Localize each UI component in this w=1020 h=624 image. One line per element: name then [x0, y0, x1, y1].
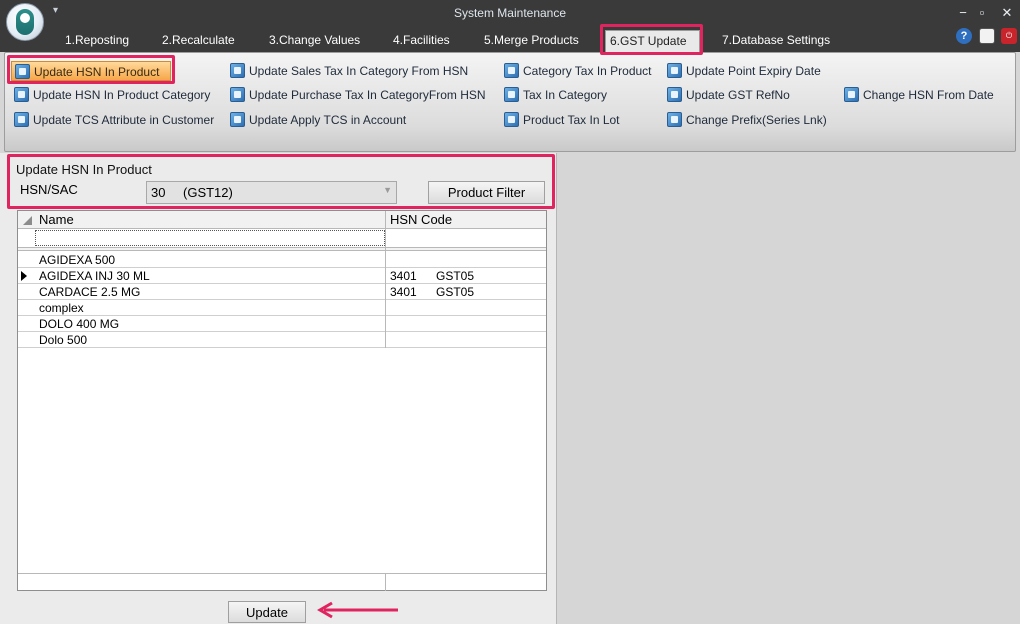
- product-name: AGIDEXA INJ 30 ML: [39, 269, 150, 283]
- hsn-code: 3401: [390, 285, 417, 299]
- product-filter-button[interactable]: Product Filter: [428, 181, 545, 204]
- table-row[interactable]: AGIDEXA 500: [18, 252, 546, 268]
- change-prefix-button[interactable]: Change Prefix(Series Lnk): [664, 110, 831, 130]
- table-row[interactable]: complex: [18, 300, 546, 316]
- column-divider: [385, 211, 386, 348]
- product-name: Dolo 500: [39, 333, 88, 347]
- category-tax-in-product-button[interactable]: Category Tax In Product: [501, 61, 656, 81]
- table-row[interactable]: Dolo 500: [18, 332, 546, 348]
- product-grid[interactable]: Name HSN Code AGIDEXA 500 AGIDEXA INJ 30…: [17, 210, 547, 591]
- tab-merge-products[interactable]: 5.Merge Products: [480, 30, 583, 52]
- update-button[interactable]: Update: [228, 601, 306, 623]
- product-name: complex: [39, 301, 84, 315]
- tax-in-category-button[interactable]: Tax In Category: [501, 85, 611, 105]
- ribbon-action-icon: [504, 63, 519, 78]
- ribbon-action-icon: [230, 87, 245, 102]
- ribbon-action-icon: [504, 87, 519, 102]
- ribbon-label: Update Sales Tax In Category From HSN: [249, 64, 469, 78]
- product-name: AGIDEXA 500: [39, 253, 116, 267]
- hsn-category-value: (GST12): [183, 185, 233, 200]
- minimize-button[interactable]: −: [954, 4, 972, 22]
- select-all-icon[interactable]: [23, 216, 32, 225]
- tab-recalculate[interactable]: 2.Recalculate: [158, 30, 239, 52]
- empty-panel: [557, 153, 1020, 624]
- grid-header: Name HSN Code: [18, 211, 546, 229]
- current-row-pointer-icon: [21, 271, 27, 281]
- product-tax-in-lot-button[interactable]: Product Tax In Lot: [501, 110, 624, 130]
- dropdown-arrow-icon[interactable]: ▾: [53, 5, 58, 16]
- help-icon[interactable]: ?: [956, 28, 972, 44]
- tab-reposting[interactable]: 1.Reposting: [61, 30, 133, 52]
- update-hsn-in-product-button[interactable]: Update HSN In Product: [11, 61, 171, 81]
- hsn-code-value: 30: [151, 185, 166, 200]
- update-apply-tcs-button[interactable]: Update Apply TCS in Account: [227, 110, 410, 130]
- tab-facilities[interactable]: 4.Facilities: [389, 30, 454, 52]
- notes-icon[interactable]: [979, 28, 995, 44]
- column-header-hsn-code[interactable]: HSN Code: [390, 212, 452, 227]
- ribbon-action-icon: [14, 112, 29, 127]
- gst-category: GST05: [436, 285, 475, 299]
- ribbon-label: Tax In Category: [523, 88, 608, 102]
- update-gst-refno-button[interactable]: Update GST RefNo: [664, 85, 794, 105]
- form-title: Update HSN In Product: [16, 162, 152, 177]
- tab-database-settings[interactable]: 7.Database Settings: [718, 30, 834, 52]
- ribbon-panel: Update HSN In Product Update HSN In Prod…: [4, 52, 1016, 152]
- table-row[interactable]: AGIDEXA INJ 30 ML 3401 GST05: [18, 268, 546, 284]
- ribbon-label: Change HSN From Date: [863, 88, 994, 102]
- product-name: DOLO 400 MG: [39, 317, 120, 331]
- update-purchase-tax-button[interactable]: Update Purchase Tax In CategoryFrom HSN: [227, 85, 490, 105]
- ribbon-action-icon: [844, 87, 859, 102]
- grid-footer-row: [18, 573, 546, 591]
- tab-change-values[interactable]: 3.Change Values: [265, 30, 364, 52]
- annotation-arrow-icon: [317, 601, 398, 619]
- tab-gst-update[interactable]: 6.GST Update: [605, 30, 700, 52]
- update-point-expiry-date-button[interactable]: Update Point Expiry Date: [664, 61, 825, 81]
- filter-row: [18, 229, 546, 248]
- update-hsn-in-product-category-button[interactable]: Update HSN In Product Category: [11, 85, 214, 105]
- product-name: CARDACE 2.5 MG: [39, 285, 141, 299]
- hsn-sac-label: HSN/SAC: [20, 182, 78, 197]
- ribbon-label: Update HSN In Product Category: [33, 88, 211, 102]
- change-hsn-from-date-button[interactable]: Change HSN From Date: [841, 85, 998, 105]
- name-filter-input[interactable]: [35, 230, 385, 246]
- ribbon-label: Update Apply TCS in Account: [249, 113, 407, 127]
- ribbon-action-icon: [230, 63, 245, 78]
- app-logo[interactable]: [6, 3, 44, 41]
- ribbon-action-icon: [667, 87, 682, 102]
- table-row[interactable]: DOLO 400 MG: [18, 316, 546, 332]
- column-header-name[interactable]: Name: [39, 212, 74, 227]
- ribbon-label: Update Purchase Tax In CategoryFrom HSN: [249, 88, 486, 102]
- ribbon-label: Update GST RefNo: [686, 88, 790, 102]
- hsn-sac-dropdown[interactable]: 30 (GST12) ▼: [146, 181, 397, 204]
- ribbon-label: Category Tax In Product: [523, 64, 652, 78]
- ribbon-action-icon: [667, 112, 682, 127]
- close-button[interactable]: ✕: [998, 4, 1016, 22]
- ribbon-action-icon: [14, 87, 29, 102]
- exit-icon[interactable]: ⏻: [1001, 28, 1017, 44]
- ribbon-action-icon: [504, 112, 519, 127]
- ribbon-action-icon: [230, 112, 245, 127]
- maximize-button[interactable]: ▫: [973, 4, 991, 22]
- ribbon-action-icon: [667, 63, 682, 78]
- table-row[interactable]: CARDACE 2.5 MG 3401 GST05: [18, 284, 546, 300]
- tab-strip: 1.Reposting 2.Recalculate 3.Change Value…: [0, 27, 1020, 52]
- hsn-code: 3401: [390, 269, 417, 283]
- title-bar: System Maintenance ▾ − ▫ ✕: [0, 0, 1020, 27]
- update-tcs-attribute-button[interactable]: Update TCS Attribute in Customer: [11, 110, 218, 130]
- ribbon-label: Update TCS Attribute in Customer: [33, 113, 215, 127]
- update-sales-tax-button[interactable]: Update Sales Tax In Category From HSN: [227, 61, 472, 81]
- ribbon-label: Product Tax In Lot: [523, 113, 620, 127]
- chevron-down-icon[interactable]: ▼: [383, 185, 392, 195]
- gst-category: GST05: [436, 269, 475, 283]
- ribbon-label: Update Point Expiry Date: [686, 64, 821, 78]
- column-divider: [385, 574, 386, 591]
- ribbon-action-icon: [15, 64, 30, 79]
- filter-separator: [18, 248, 546, 251]
- window-title: System Maintenance: [453, 6, 567, 20]
- ribbon-label: Change Prefix(Series Lnk): [686, 113, 827, 127]
- ribbon-label: Update HSN In Product: [34, 65, 160, 79]
